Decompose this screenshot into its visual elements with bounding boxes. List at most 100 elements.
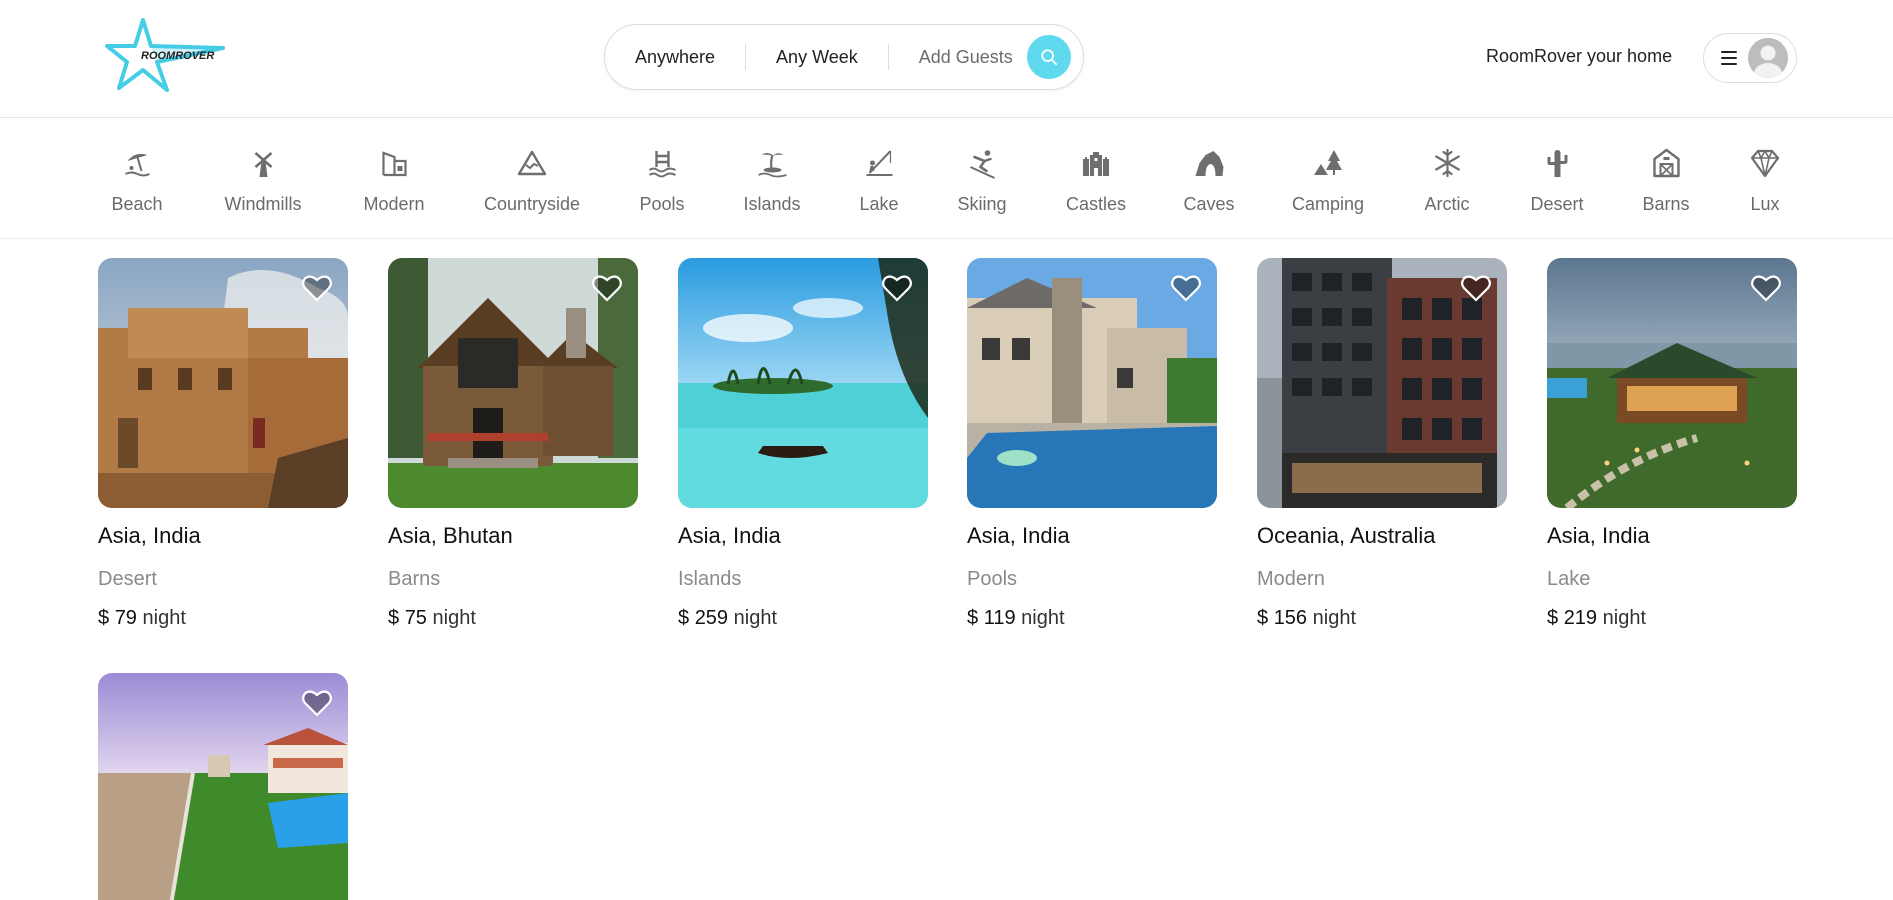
currency-symbol: $: [678, 607, 690, 629]
category-beach[interactable]: Beach: [111, 146, 163, 215]
listing-photo[interactable]: [388, 258, 638, 508]
top-navbar: ROOMROVER Anywhere Any Week Add Guests R…: [0, 0, 1893, 118]
listing-category: Lake: [1547, 568, 1591, 590]
category-label: Modern: [363, 194, 425, 214]
search-button[interactable]: [1026, 35, 1071, 79]
currency-symbol: $: [98, 607, 110, 629]
listing-card[interactable]: Asia, India Islands $ 259 night: [678, 258, 928, 630]
heart-icon[interactable]: [1461, 274, 1491, 302]
listing-card[interactable]: Asia, India Pools $ 119 night: [967, 258, 1217, 630]
listing-location: Asia, India: [98, 523, 201, 548]
listing-card[interactable]: Asia, India Desert $ 79 night: [98, 258, 348, 630]
week-filter[interactable]: Any Week: [746, 24, 888, 90]
category-label: Barns: [1642, 194, 1690, 214]
heart-icon[interactable]: [592, 274, 622, 302]
category-countryside[interactable]: Countryside: [484, 146, 580, 215]
roomrover-logo[interactable]: ROOMROVER: [105, 18, 227, 92]
price-unit: night: [1021, 607, 1065, 629]
beach-umbrella-icon: [120, 146, 154, 180]
listing-card[interactable]: [98, 673, 348, 900]
category-label: Castles: [1065, 194, 1127, 214]
listing-category: Barns: [388, 568, 441, 590]
price-amount: 75: [404, 607, 427, 629]
listing-price: $ 119 night: [967, 607, 1217, 630]
hamburger-menu-icon: [1721, 51, 1737, 65]
category-arctic[interactable]: Arctic: [1425, 146, 1470, 215]
search-icon: [1041, 49, 1057, 66]
heart-icon[interactable]: [302, 689, 332, 717]
listing-location: Asia, India: [1547, 523, 1650, 548]
listing-category: Pools: [967, 568, 1018, 590]
host-home-link[interactable]: RoomRover your home: [1486, 46, 1672, 67]
currency-symbol: $: [967, 607, 979, 629]
listing-photo[interactable]: [98, 673, 348, 900]
category-label: Lux: [1750, 194, 1780, 214]
category-label: Windmills: [224, 194, 302, 214]
category-barns[interactable]: Barns: [1642, 146, 1690, 215]
listing-card[interactable]: Asia, India Lake $ 219 night: [1547, 258, 1797, 630]
windmill-icon: [246, 146, 280, 180]
category-skiing[interactable]: Skiing: [957, 146, 1007, 215]
heart-icon[interactable]: [1171, 274, 1201, 302]
modern-building-icon: [377, 146, 411, 180]
cactus-icon: [1540, 146, 1574, 180]
cave-icon: [1192, 146, 1226, 180]
camping-tent-icon: [1311, 146, 1345, 180]
category-label: Lake: [859, 194, 899, 214]
listing-photo[interactable]: [1257, 258, 1507, 508]
pool-ladder-icon: [645, 146, 679, 180]
listing-price: $ 156 night: [1257, 607, 1507, 630]
listing-photo[interactable]: [98, 258, 348, 508]
category-windmills[interactable]: Windmills: [224, 146, 302, 215]
category-lux[interactable]: Lux: [1748, 146, 1782, 215]
category-castles[interactable]: Castles: [1066, 146, 1126, 215]
user-menu-button[interactable]: [1703, 33, 1797, 83]
price-unit: night: [142, 607, 186, 629]
price-amount: 259: [694, 607, 729, 629]
listing-photo[interactable]: [967, 258, 1217, 508]
category-desert[interactable]: Desert: [1530, 146, 1584, 215]
listing-price: $ 79 night: [98, 607, 348, 630]
logo-text: ROOMROVER: [141, 50, 214, 62]
snowflake-icon: [1430, 146, 1464, 180]
price-unit: night: [432, 607, 476, 629]
category-islands[interactable]: Islands: [743, 146, 801, 215]
heart-icon[interactable]: [302, 274, 332, 302]
skier-icon: [965, 146, 999, 180]
listing-category: Islands: [678, 568, 742, 590]
listing-photo[interactable]: [1547, 258, 1797, 508]
price-unit: night: [1602, 607, 1646, 629]
price-unit: night: [733, 607, 777, 629]
guests-filter[interactable]: Add Guests: [889, 24, 1025, 90]
currency-symbol: $: [388, 607, 400, 629]
category-label: Pools: [639, 194, 685, 214]
category-pools[interactable]: Pools: [639, 146, 685, 215]
price-amount: 119: [983, 607, 1016, 629]
listing-location: Asia, India: [678, 523, 781, 548]
castle-icon: [1079, 146, 1113, 180]
category-bar: Beach Windmills Modern Countryside Pools…: [0, 118, 1893, 239]
location-filter[interactable]: Anywhere: [605, 24, 745, 90]
currency-symbol: $: [1257, 607, 1269, 629]
lake-fishing-icon: [862, 146, 896, 180]
barn-icon: [1649, 146, 1683, 180]
listing-price: $ 259 night: [678, 607, 928, 630]
category-modern[interactable]: Modern: [363, 146, 425, 215]
listing-location: Asia, India: [967, 523, 1070, 548]
heart-icon[interactable]: [882, 274, 912, 302]
listing-card[interactable]: Asia, Bhutan Barns $ 75 night: [388, 258, 638, 630]
user-avatar-icon: [1748, 38, 1788, 78]
category-lake[interactable]: Lake: [859, 146, 899, 215]
search-bar: Anywhere Any Week Add Guests: [604, 24, 1084, 90]
category-camping[interactable]: Camping: [1292, 146, 1364, 215]
listing-card[interactable]: Oceania, Australia Modern $ 156 night: [1257, 258, 1507, 630]
price-amount: 79: [114, 607, 137, 629]
listing-category: Modern: [1257, 568, 1325, 590]
category-label: Beach: [111, 194, 163, 214]
category-caves[interactable]: Caves: [1183, 146, 1235, 215]
heart-icon[interactable]: [1751, 274, 1781, 302]
mountain-icon: [515, 146, 549, 180]
price-amount: 219: [1563, 607, 1598, 629]
listing-photo[interactable]: [678, 258, 928, 508]
listing-price: $ 219 night: [1547, 607, 1797, 630]
